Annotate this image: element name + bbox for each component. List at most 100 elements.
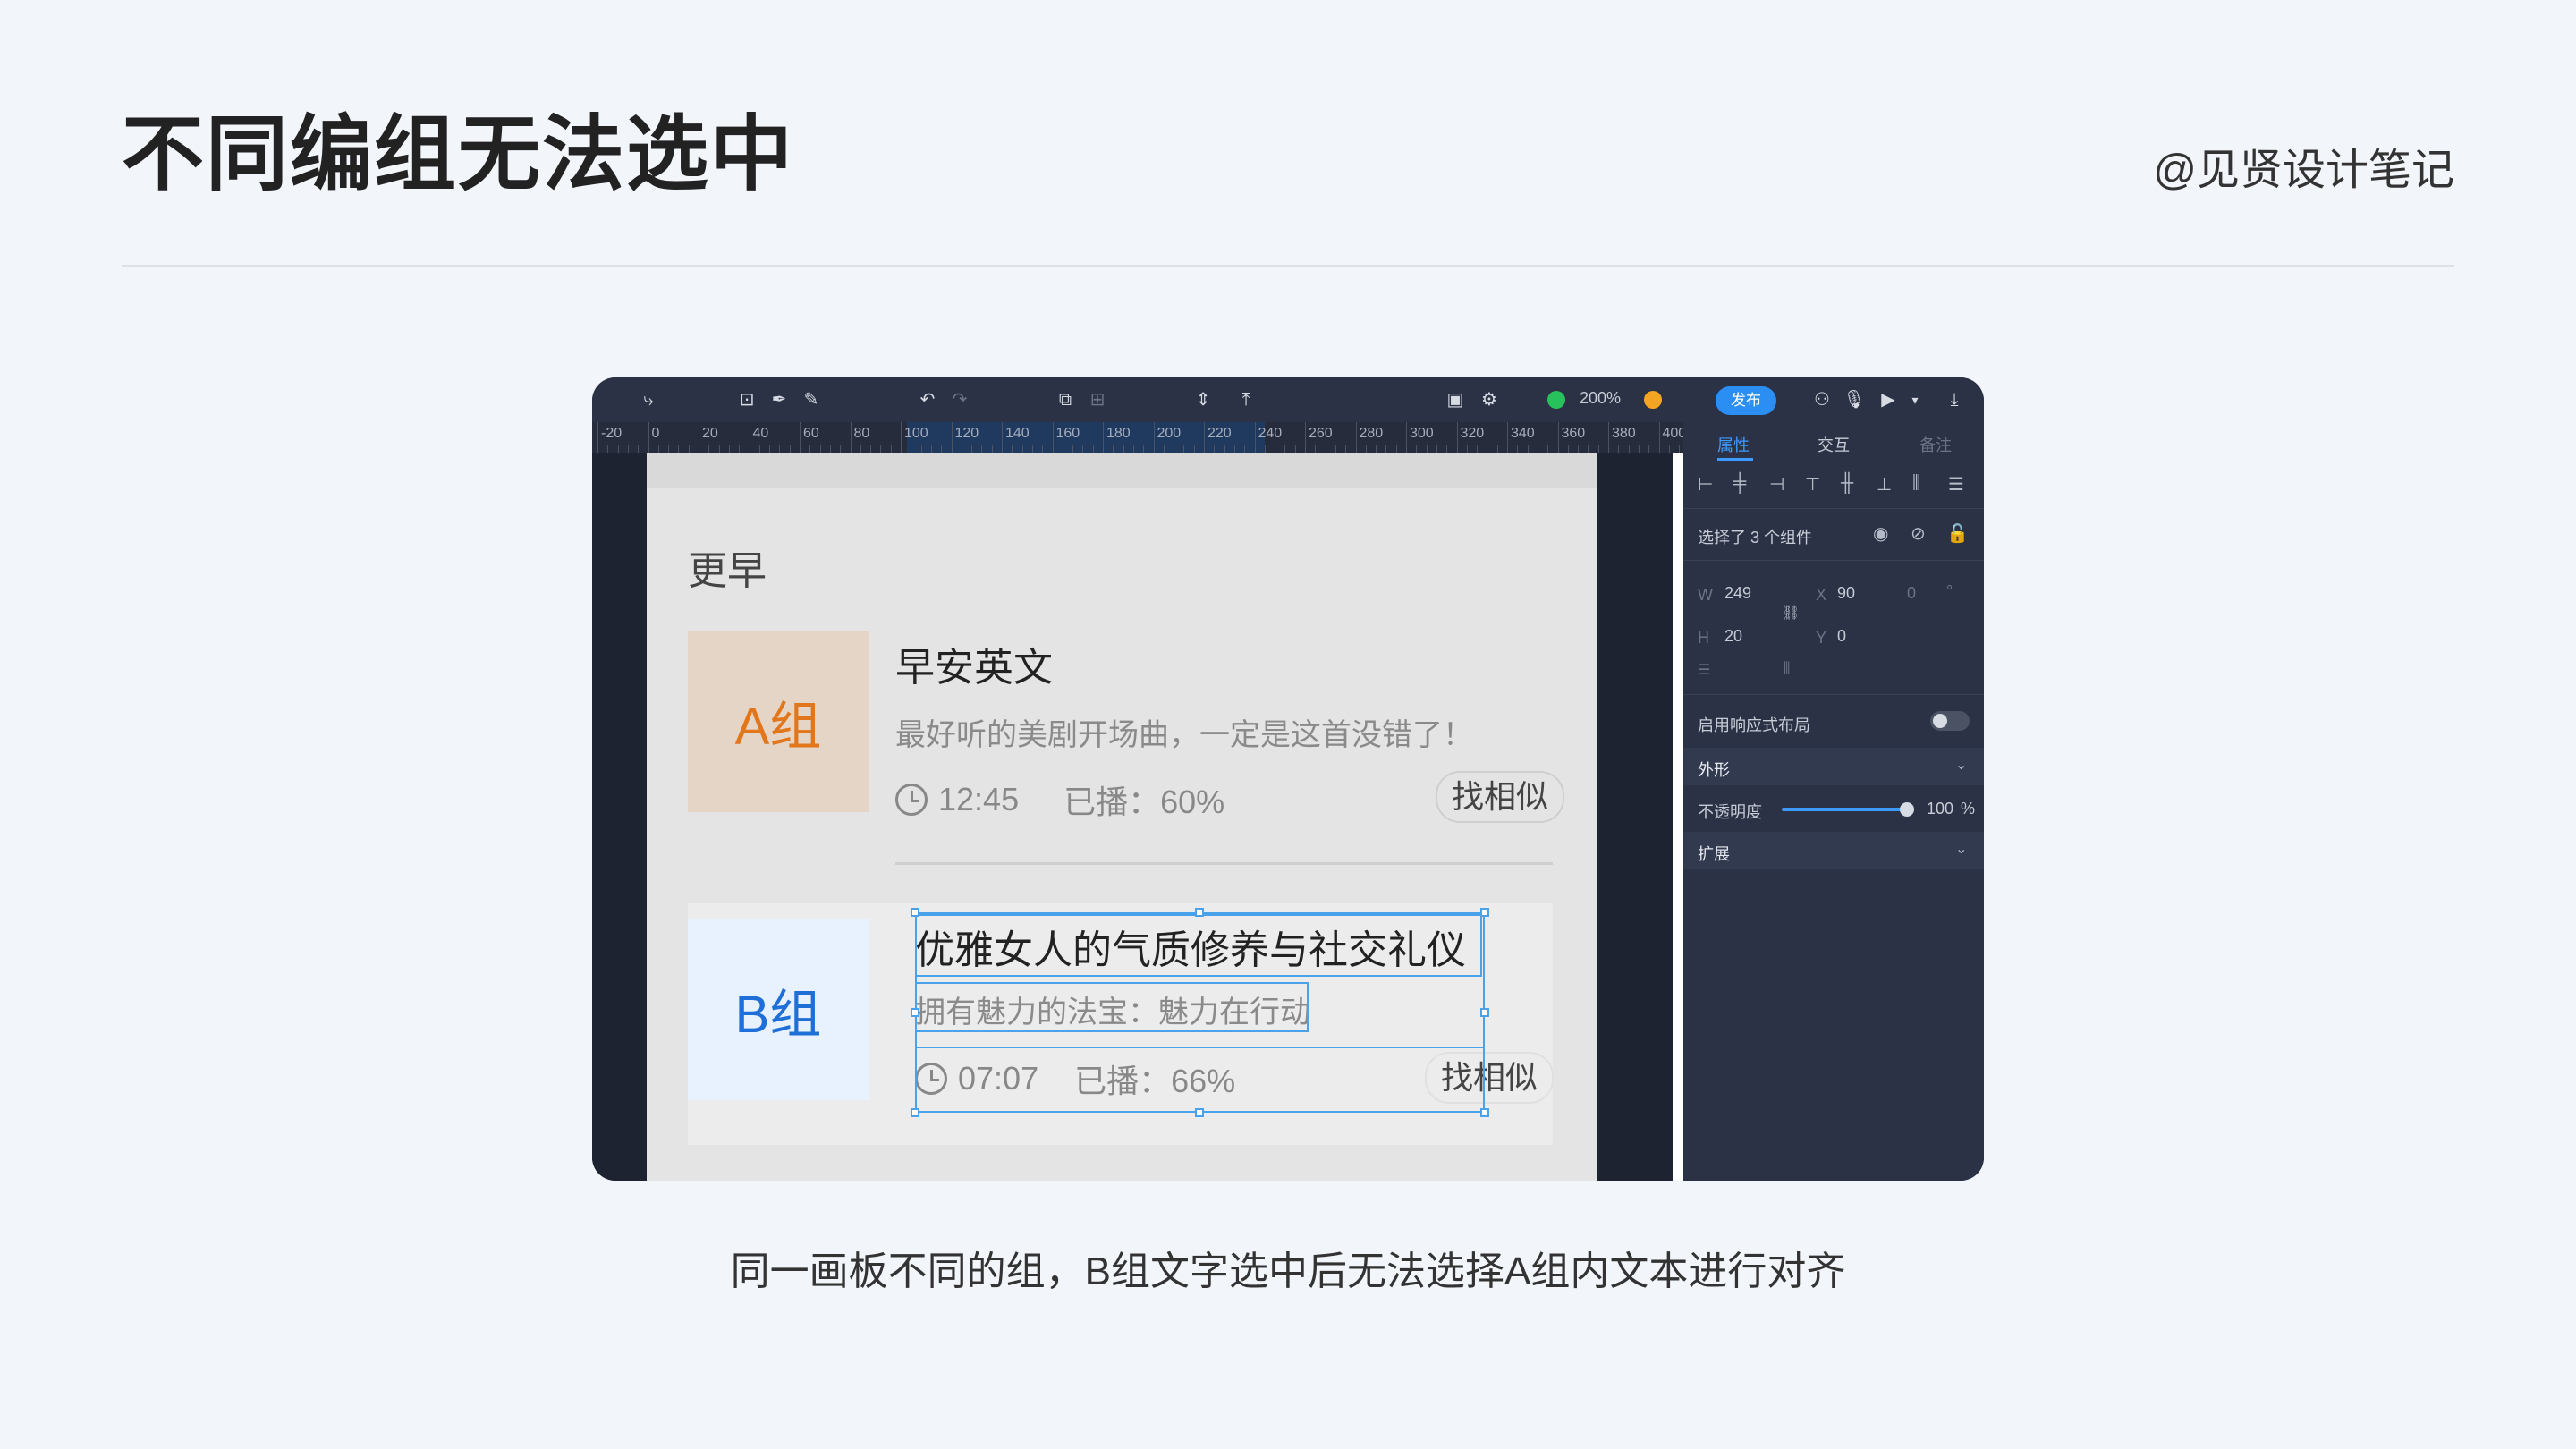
group-a-desc[interactable]: 最好听的美剧开场曲，一定是这首没错了！ — [895, 710, 1473, 754]
visibility-icon[interactable]: ◉ — [1873, 522, 1888, 545]
ruler-minor-tick — [1294, 445, 1296, 453]
tab-notes[interactable]: 备注 — [1919, 433, 1952, 456]
distribute-h-icon[interactable]: ⫼ — [1912, 473, 1920, 494]
tab-properties[interactable]: 属性 — [1717, 433, 1750, 456]
ruler-tick-line — [1103, 422, 1104, 453]
collaborator-icon[interactable]: ⚇ — [1810, 388, 1834, 411]
lock-icon[interactable]: 🔓 — [1946, 522, 1969, 545]
spacing-icon[interactable]: ⫼ — [1784, 661, 1790, 677]
opacity-slider-knob[interactable] — [1900, 802, 1914, 817]
ruler-tick-line — [1305, 422, 1306, 453]
ruler-tick-label: 340 — [1511, 426, 1535, 441]
group-a-thumbnail[interactable]: A组 — [688, 631, 869, 812]
appearance-section-header[interactable]: 外形 ⌄ — [1683, 748, 1984, 785]
crop-icon[interactable]: ⧉ — [1054, 388, 1077, 411]
find-similar-button-a[interactable]: 找相似 — [1436, 771, 1565, 823]
resize-handle[interactable] — [1480, 1108, 1489, 1117]
ruler-minor-tick — [718, 445, 720, 453]
undo-icon[interactable]: ↶ — [916, 388, 939, 411]
ruler-tick-label: 280 — [1359, 426, 1384, 441]
height-input[interactable]: 20 — [1724, 627, 1742, 646]
ruler-minor-tick — [809, 445, 811, 453]
opacity-slider[interactable] — [1782, 808, 1907, 811]
distribute-v-icon[interactable]: ☰ — [1948, 473, 1964, 496]
pen-icon[interactable]: ✒ — [767, 388, 791, 411]
ruler-minor-tick — [819, 445, 821, 453]
artboard[interactable]: 更早 A组 早安英文 最好听的美剧开场曲，一定是这首没错了！ 12:45 已播：… — [647, 453, 1597, 1181]
ruler-minor-tick — [1527, 445, 1529, 453]
section-title: 更早 — [688, 549, 767, 593]
align-bottom-icon[interactable]: ⊥ — [1877, 473, 1892, 496]
tab-interaction[interactable]: 交互 — [1818, 433, 1850, 456]
align-middle-v-icon[interactable]: ╫ — [1841, 473, 1853, 494]
expand-section-header[interactable]: 扩展 ⌄ — [1683, 832, 1984, 869]
resize-handle[interactable] — [1480, 1008, 1489, 1017]
ruler-minor-tick — [1082, 445, 1084, 453]
group-a-meta: 12:45 已播：60% — [895, 776, 1224, 823]
resize-handle[interactable] — [911, 1008, 919, 1017]
selection-row: 选择了 3 个组件 ◉ ⊘ 🔓 — [1683, 508, 1984, 561]
y-input[interactable]: 0 — [1837, 627, 1846, 646]
connector-icon[interactable]: ⤷ — [637, 388, 660, 411]
ruler-minor-tick — [1012, 445, 1013, 453]
link-icon[interactable]: ⛓ — [1782, 604, 1800, 622]
align-right-icon[interactable]: ⊣ — [1769, 473, 1784, 496]
ruler-minor-tick — [890, 445, 892, 453]
align-left-icon[interactable]: ⊢ — [1698, 473, 1713, 496]
ruler-minor-tick — [991, 445, 993, 453]
resize-handle[interactable] — [1195, 908, 1204, 917]
ruler-minor-tick — [1477, 445, 1479, 453]
x-input[interactable]: 90 — [1837, 584, 1855, 603]
disable-icon[interactable]: ⊘ — [1911, 522, 1926, 545]
slice-icon[interactable]: ⊞ — [1086, 388, 1109, 411]
layers-icon[interactable]: ▣ — [1444, 388, 1467, 411]
group-a-title[interactable]: 早安英文 — [895, 635, 1053, 692]
ruler-minor-tick — [1284, 445, 1286, 453]
ruler-minor-tick — [739, 445, 741, 453]
redo-icon[interactable]: ↷ — [948, 388, 971, 411]
zoom-out-icon[interactable] — [1547, 391, 1565, 409]
resize-handle[interactable] — [911, 908, 919, 917]
responsive-toggle[interactable] — [1930, 711, 1970, 731]
height-label: H — [1698, 629, 1709, 647]
ruler-minor-tick — [860, 445, 861, 453]
resize-handle[interactable] — [1480, 908, 1489, 917]
rotation-unit: ° — [1946, 582, 1953, 600]
chevron-down-icon[interactable]: ▾ — [1903, 388, 1927, 411]
ruler-minor-tick — [789, 445, 791, 453]
ruler-minor-tick — [971, 445, 973, 453]
screenshot-caption: 同一画板不同的组，B组文字选中后无法选择A组内文本进行对齐 — [730, 1250, 1846, 1293]
mic-icon[interactable]: 🎙 — [1843, 388, 1866, 411]
rotation-input[interactable]: 0 — [1907, 584, 1916, 603]
text-align-icon[interactable]: ☰ — [1698, 661, 1710, 679]
resize-handle[interactable] — [911, 1108, 919, 1117]
publish-button[interactable]: 发布 — [1716, 386, 1776, 415]
zoom-in-icon[interactable] — [1644, 391, 1662, 409]
distribute-vertical-icon[interactable]: ⇕ — [1191, 388, 1215, 411]
opacity-value[interactable]: 100 — [1927, 800, 1953, 818]
title-divider — [122, 265, 2454, 267]
author-credit: @见贤设计笔记 — [2153, 147, 2454, 194]
distribute-top-icon[interactable]: ⤒ — [1234, 388, 1258, 411]
ruler-minor-tick — [1183, 445, 1185, 453]
align-center-h-icon[interactable]: ╪ — [1733, 473, 1746, 494]
settings-icon[interactable]: ⚙ — [1478, 388, 1501, 411]
ruler-minor-tick — [1092, 445, 1094, 453]
ruler-minor-tick — [1193, 445, 1195, 453]
ruler-minor-tick — [779, 445, 781, 453]
ruler-minor-tick — [678, 445, 680, 453]
resize-handle[interactable] — [1195, 1108, 1204, 1117]
ruler-tick-line — [597, 422, 598, 453]
download-icon[interactable]: ⤓ — [1943, 388, 1966, 411]
ruler-minor-tick — [880, 445, 882, 453]
zoom-level[interactable]: 200% — [1580, 389, 1621, 408]
ruler-minor-tick — [1021, 445, 1023, 453]
ruler-minor-tick — [1113, 445, 1114, 453]
align-top-icon[interactable]: ⊤ — [1805, 473, 1820, 496]
pencil-icon[interactable]: ✎ — [800, 388, 823, 411]
play-icon[interactable]: ▶ — [1877, 388, 1900, 411]
width-input[interactable]: 249 — [1724, 584, 1751, 603]
group-b-thumbnail[interactable]: B组 — [688, 919, 869, 1100]
artboard-icon[interactable]: ⊡ — [735, 388, 758, 411]
ruler-minor-tick — [1376, 445, 1377, 453]
